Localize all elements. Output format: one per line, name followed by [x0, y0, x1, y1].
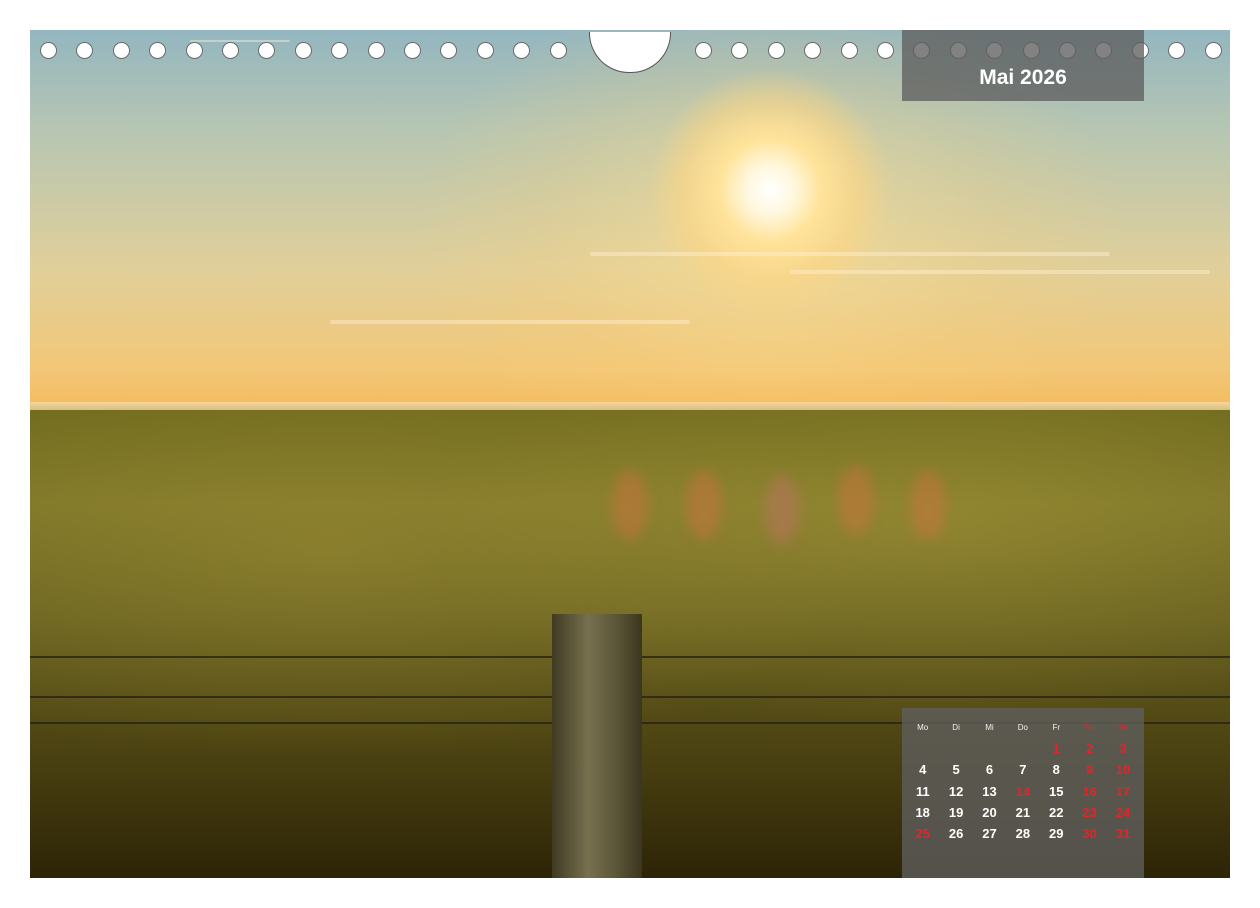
- binding-hole: [550, 42, 567, 59]
- calendar-day: 13: [973, 784, 1006, 799]
- weekday-label: So: [1106, 723, 1139, 732]
- calendar-day: 23: [1073, 805, 1106, 820]
- binding-hole: [1205, 42, 1222, 59]
- fence-post: [552, 614, 642, 878]
- calendar-day: 9: [1073, 762, 1106, 777]
- week-row: 123: [906, 738, 1140, 759]
- calendar-day: 15: [1040, 784, 1073, 799]
- calendar-day: 7: [1006, 762, 1039, 777]
- binding-hole: [404, 42, 421, 59]
- calendar-day: 11: [906, 784, 939, 799]
- binding-hole: [1168, 42, 1185, 59]
- week-row: 11121314151617: [906, 781, 1140, 802]
- calendar-day: 20: [973, 805, 1006, 820]
- calendar-day: 12: [939, 784, 972, 799]
- binding-hole: [295, 42, 312, 59]
- lens-flare: [838, 465, 874, 535]
- binding-hole: [331, 42, 348, 59]
- weekday-label: Fr: [1040, 723, 1073, 732]
- week-row: 25262728293031: [906, 823, 1140, 844]
- calendar-day: 6: [973, 762, 1006, 777]
- lens-flare: [686, 470, 722, 540]
- calendar-day: 26: [939, 826, 972, 841]
- calendar-day: 29: [1040, 826, 1073, 841]
- calendar-day: 17: [1106, 784, 1139, 799]
- binding-hole: [731, 42, 748, 59]
- calendar-grid: MoDiMiDoFrSaSo12345678910111213141516171…: [902, 708, 1144, 878]
- month-header: Mai 2026: [902, 30, 1144, 101]
- calendar-day: 16: [1073, 784, 1106, 799]
- calendar-day: 27: [973, 826, 1006, 841]
- binding-hole: [768, 42, 785, 59]
- binding-hole: [222, 42, 239, 59]
- binding-hole: [40, 42, 57, 59]
- week-row: 45678910: [906, 759, 1140, 780]
- binding-hole: [695, 42, 712, 59]
- week-row: 18192021222324: [906, 802, 1140, 823]
- calendar-day: 8: [1040, 762, 1073, 777]
- binding-hole: [841, 42, 858, 59]
- calendar-day: 4: [906, 762, 939, 777]
- calendar-day: 1: [1040, 741, 1073, 756]
- binding-hole: [804, 42, 821, 59]
- binding-hole: [258, 42, 275, 59]
- cloud-streak: [590, 252, 1110, 256]
- calendar-day: 30: [1073, 826, 1106, 841]
- calendar-day: 22: [1040, 805, 1073, 820]
- calendar-day: 19: [939, 805, 972, 820]
- binding-hole: [513, 42, 530, 59]
- weekday-header-row: MoDiMiDoFrSaSo: [906, 720, 1140, 734]
- calendar-day: 3: [1106, 741, 1139, 756]
- binding-hole: [368, 42, 385, 59]
- calendar-day: 31: [1106, 826, 1139, 841]
- weekday-label: Di: [939, 723, 972, 732]
- binding-hole: [440, 42, 457, 59]
- weekday-label: Mo: [906, 723, 939, 732]
- cloud-streak: [330, 320, 690, 324]
- calendar-day: 21: [1006, 805, 1039, 820]
- binding-hole: [186, 42, 203, 59]
- weekday-label: Sa: [1073, 723, 1106, 732]
- month-title: Mai 2026: [902, 66, 1144, 90]
- weekday-label: Mi: [973, 723, 1006, 732]
- binding-hole: [477, 42, 494, 59]
- sun: [650, 70, 890, 310]
- calendar-day: 24: [1106, 805, 1139, 820]
- binding-hole: [877, 42, 894, 59]
- lens-flare: [910, 470, 946, 540]
- calendar-day: 5: [939, 762, 972, 777]
- calendar-day: 25: [906, 826, 939, 841]
- binding-hole: [149, 42, 166, 59]
- calendar-day: 18: [906, 805, 939, 820]
- calendar-day: 28: [1006, 826, 1039, 841]
- calendar-day: 2: [1073, 741, 1106, 756]
- weekday-label: Do: [1006, 723, 1039, 732]
- calendar-table: MoDiMiDoFrSaSo12345678910111213141516171…: [906, 720, 1140, 844]
- cloud-streak: [790, 270, 1210, 274]
- calendar-day: 14: [1006, 784, 1039, 799]
- lens-flare: [764, 475, 800, 545]
- binding-hole: [113, 42, 130, 59]
- lens-flare: [612, 470, 648, 540]
- binding-hole: [76, 42, 93, 59]
- calendar-day: 10: [1106, 762, 1139, 777]
